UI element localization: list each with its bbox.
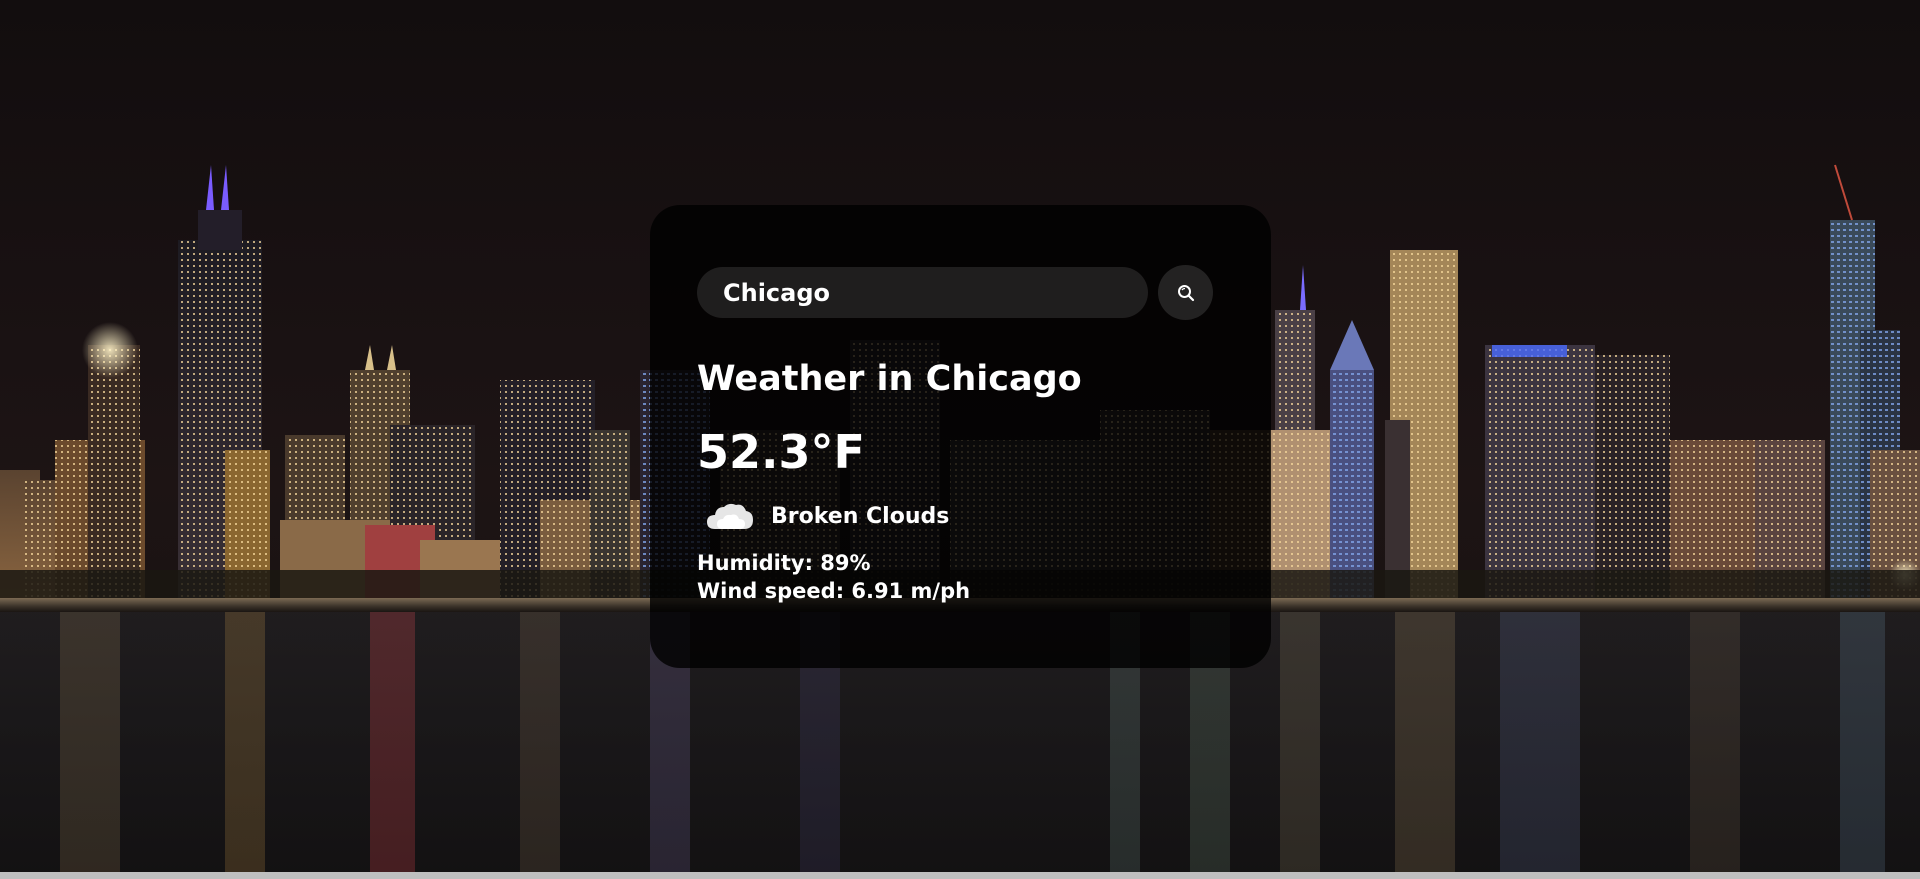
weather-description: Broken Clouds bbox=[771, 503, 950, 529]
weather-card: Weather in Chicago 52.3°F Broken Clouds … bbox=[650, 205, 1271, 668]
broken-clouds-icon bbox=[707, 503, 753, 530]
wind-speed: Wind speed: 6.91 m/ph bbox=[697, 579, 971, 604]
search-icon bbox=[1177, 284, 1194, 301]
search-bar bbox=[697, 265, 1225, 320]
humidity: Humidity: 89% bbox=[697, 551, 871, 576]
weather-condition: Broken Clouds bbox=[697, 499, 1225, 533]
city-title: Weather in Chicago bbox=[697, 359, 1082, 399]
search-button[interactable] bbox=[1158, 265, 1213, 320]
page-bottom-edge bbox=[0, 872, 1920, 879]
temperature: 52.3°F bbox=[697, 424, 865, 479]
search-input[interactable] bbox=[697, 267, 1148, 318]
